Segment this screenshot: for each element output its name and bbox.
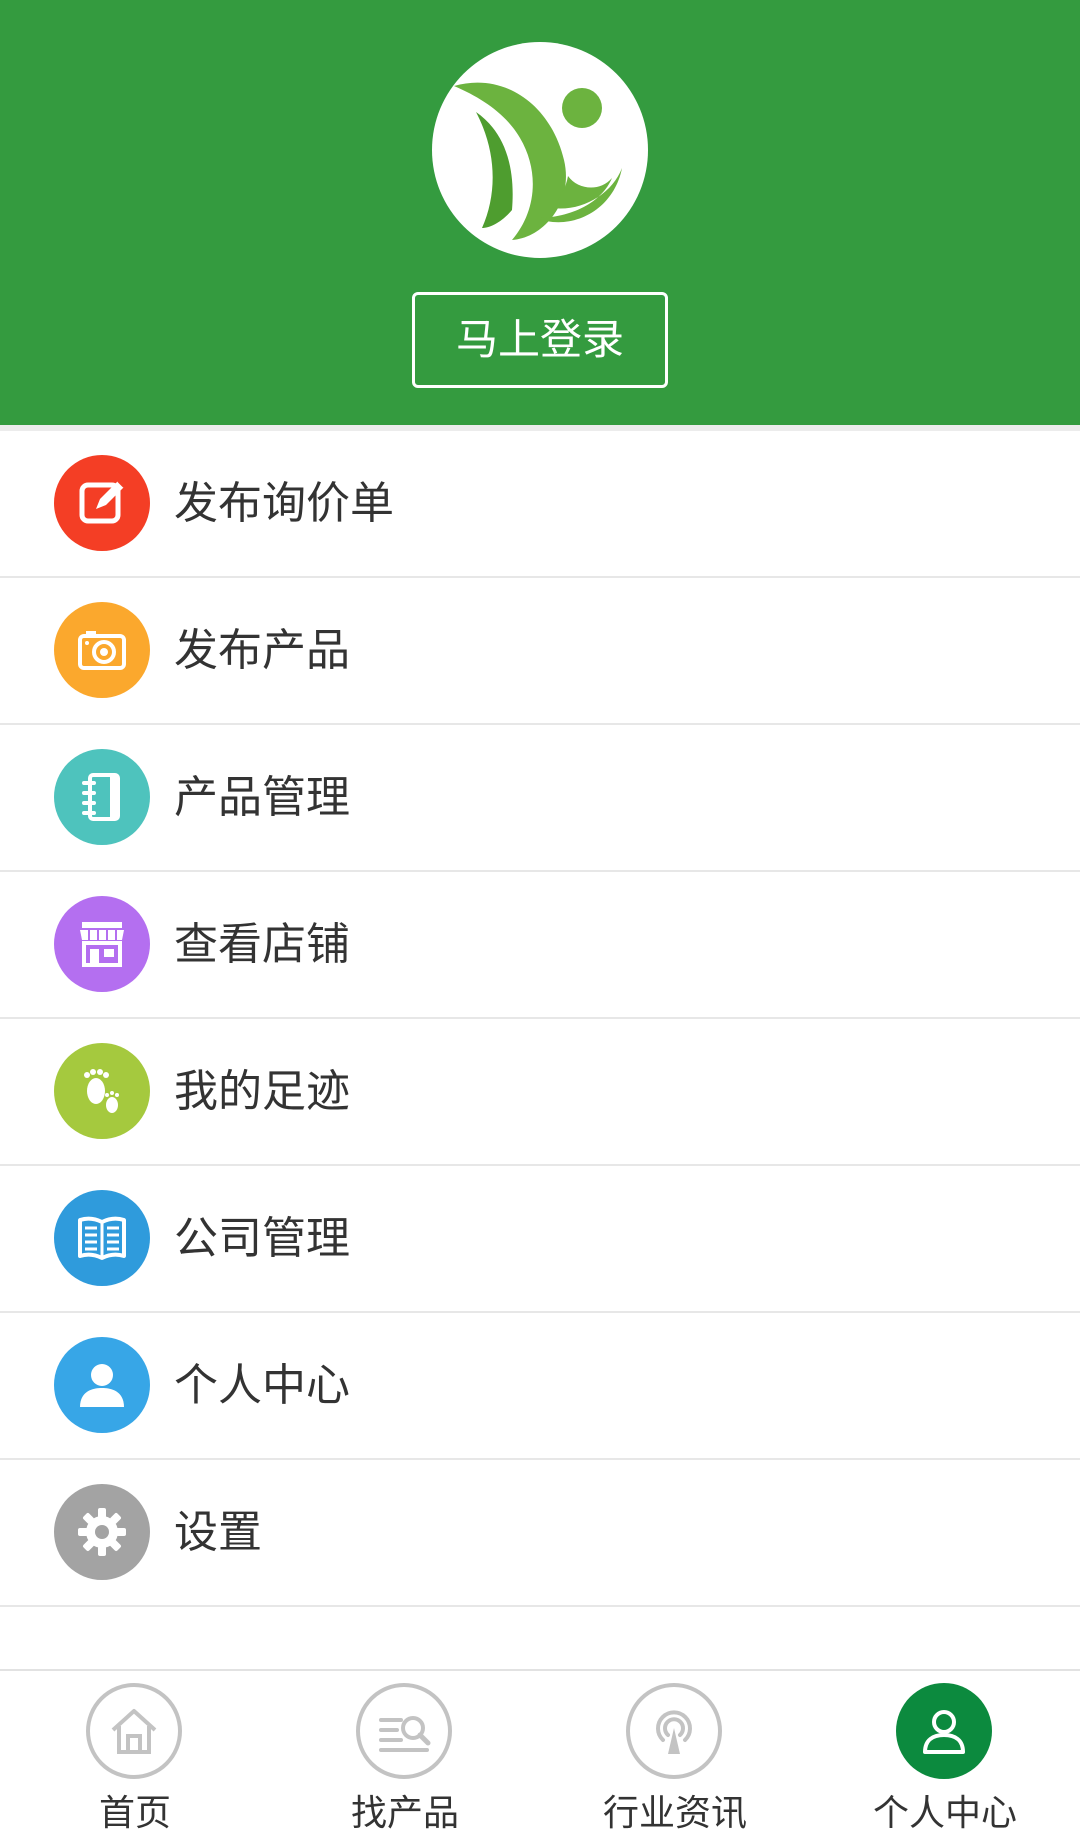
tab-personal-center[interactable]: 个人中心	[810, 1671, 1080, 1847]
menu-item-settings[interactable]: 设置	[0, 1460, 1080, 1607]
menu-item-personal-center[interactable]: 个人中心	[0, 1313, 1080, 1460]
notebook-icon	[54, 749, 150, 845]
menu-item-label: 发布询价单	[174, 478, 394, 529]
user-icon	[896, 1683, 992, 1779]
login-button[interactable]: 马上登录	[412, 292, 668, 388]
tab-home[interactable]: 首页	[0, 1671, 270, 1847]
camera-icon	[54, 602, 150, 698]
tab-find-products[interactable]: 找产品	[270, 1671, 540, 1847]
profile-header: 马上登录	[0, 0, 1080, 425]
menu-item-label: 产品管理	[174, 772, 350, 823]
tab-label: 个人中心	[872, 1793, 1017, 1834]
book-icon	[54, 1190, 150, 1286]
footprints-icon	[54, 1043, 150, 1139]
tab-label: 找产品	[350, 1793, 459, 1834]
gear-icon	[54, 1484, 150, 1580]
menu-item-label: 设置	[174, 1507, 262, 1558]
menu-item-post-product[interactable]: 发布产品	[0, 578, 1080, 725]
tab-label: 首页	[98, 1793, 171, 1834]
store-icon	[54, 896, 150, 992]
menu-item-post-inquiry[interactable]: 发布询价单	[0, 431, 1080, 578]
tab-industry-news[interactable]: 行业资讯	[540, 1671, 810, 1847]
home-icon	[86, 1683, 182, 1779]
menu-item-view-store[interactable]: 查看店铺	[0, 872, 1080, 1019]
broadcast-icon	[626, 1683, 722, 1779]
menu-item-label: 发布产品	[174, 625, 350, 676]
menu-item-company-management[interactable]: 公司管理	[0, 1166, 1080, 1313]
menu-item-label: 查看店铺	[174, 919, 350, 970]
search-list-icon	[356, 1683, 452, 1779]
edit-icon	[54, 455, 150, 551]
menu-item-label: 我的足迹	[174, 1066, 350, 1117]
user-icon	[54, 1337, 150, 1433]
bottom-tab-bar: 首页 找产品 行业资讯 个人中心	[0, 1669, 1080, 1845]
leaf-person-logo-icon	[454, 82, 622, 240]
menu-item-product-management[interactable]: 产品管理	[0, 725, 1080, 872]
menu-list: 发布询价单 发布产品 产品管理 查看店铺 我的足迹 公司管理 个人中心 设置	[0, 431, 1080, 1607]
menu-item-label: 公司管理	[174, 1213, 350, 1264]
tab-label: 行业资讯	[602, 1793, 747, 1834]
app-logo	[432, 42, 648, 258]
menu-item-my-footprints[interactable]: 我的足迹	[0, 1019, 1080, 1166]
menu-item-label: 个人中心	[174, 1360, 350, 1411]
